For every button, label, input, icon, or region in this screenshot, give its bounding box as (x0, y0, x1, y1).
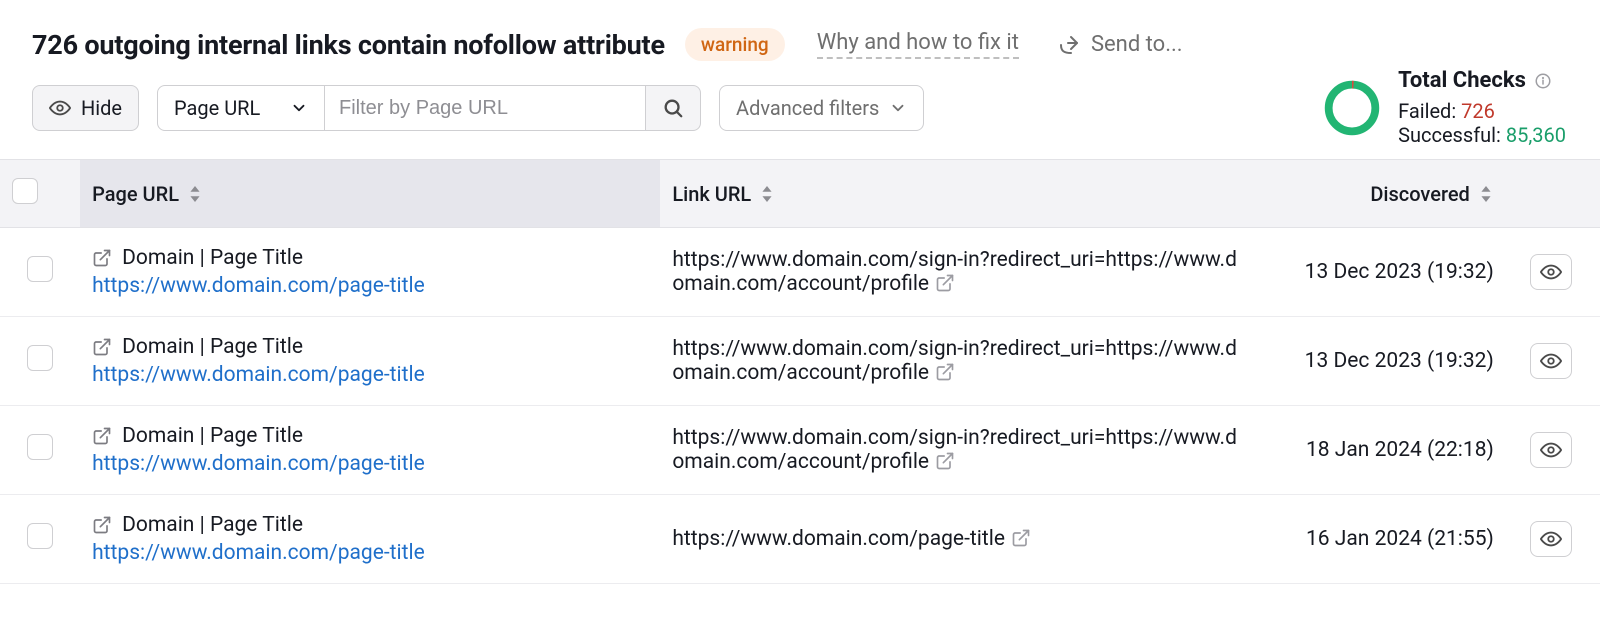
external-link-icon[interactable] (1011, 528, 1031, 548)
eye-icon (1540, 261, 1562, 283)
table-row: Domain | Page Title https://www.domain.co… (0, 228, 1600, 317)
discovered-date: 18 Jan 2024 (22:18) (1306, 438, 1494, 462)
eye-icon (1540, 350, 1562, 372)
column-header-discovered[interactable]: Discovered (1251, 160, 1518, 228)
table-row: Domain | Page Title https://www.domain.co… (0, 406, 1600, 495)
successful-label: Successful: (1398, 123, 1501, 147)
filter-field-label: Page URL (174, 96, 260, 120)
sort-icon (187, 186, 203, 202)
fix-it-link[interactable]: Why and how to fix it (817, 30, 1019, 59)
send-to-label: Send to... (1091, 32, 1183, 57)
page-url-link[interactable]: https://www.domain.com/page-title (92, 452, 648, 476)
view-button[interactable] (1530, 254, 1572, 290)
total-checks-title: Total Checks (1398, 68, 1526, 93)
search-button[interactable] (645, 85, 701, 131)
send-to-button[interactable]: Send to... (1057, 32, 1183, 57)
link-url-text: https://www.domain.com/page-title (672, 527, 1005, 551)
successful-value: 85,360 (1506, 123, 1566, 147)
filter-input[interactable] (325, 85, 645, 131)
discovered-date: 16 Jan 2024 (21:55) (1306, 527, 1494, 551)
select-all-checkbox[interactable] (12, 178, 38, 204)
page-title-text: Domain | Page Title (122, 513, 303, 537)
checks-donut-chart (1324, 80, 1380, 136)
eye-icon (1540, 439, 1562, 461)
page-url-link[interactable]: https://www.domain.com/page-title (92, 363, 648, 387)
info-icon[interactable] (1534, 72, 1552, 90)
table-row: Domain | Page Title https://www.domain.co… (0, 495, 1600, 584)
advanced-filters-label: Advanced filters (736, 96, 879, 120)
advanced-filters-button[interactable]: Advanced filters (719, 85, 924, 131)
warning-badge: warning (685, 28, 785, 61)
column-header-link-url[interactable]: Link URL (660, 160, 1251, 228)
view-button[interactable] (1530, 432, 1572, 468)
table-row: Domain | Page Title https://www.domain.co… (0, 317, 1600, 406)
row-checkbox[interactable] (27, 523, 53, 549)
hide-button[interactable]: Hide (32, 85, 139, 131)
failed-value: 726 (1461, 99, 1495, 123)
column-header-page-url[interactable]: Page URL (80, 160, 660, 228)
hide-label: Hide (81, 96, 122, 120)
external-link-icon (92, 248, 112, 268)
external-link-icon[interactable] (935, 273, 955, 293)
page-url-link[interactable]: https://www.domain.com/page-title (92, 274, 648, 298)
eye-icon (1540, 528, 1562, 550)
column-header-discovered-label: Discovered (1370, 182, 1469, 206)
chevron-down-icon (889, 99, 907, 117)
discovered-date: 13 Dec 2023 (19:32) (1305, 349, 1494, 373)
share-arrow-icon (1057, 33, 1081, 57)
external-link-icon (92, 426, 112, 446)
sort-icon (759, 186, 775, 202)
failed-label: Failed: (1398, 99, 1456, 123)
page-title: 726 outgoing internal links contain nofo… (32, 29, 665, 61)
sort-icon (1478, 186, 1494, 202)
eye-icon (49, 97, 71, 119)
column-header-page-url-label: Page URL (92, 182, 179, 206)
row-checkbox[interactable] (27, 345, 53, 371)
page-title-text: Domain | Page Title (122, 335, 303, 359)
row-checkbox[interactable] (27, 256, 53, 282)
discovered-date: 13 Dec 2023 (19:32) (1305, 260, 1494, 284)
view-button[interactable] (1530, 343, 1572, 379)
chevron-down-icon (290, 99, 308, 117)
external-link-icon (92, 337, 112, 357)
total-checks-panel: Total Checks Failed: 726 Successful: 85,… (1324, 68, 1566, 147)
column-header-link-url-label: Link URL (672, 182, 751, 206)
search-icon (662, 97, 684, 119)
page-title-text: Domain | Page Title (122, 246, 303, 270)
external-link-icon (92, 515, 112, 535)
page-title-text: Domain | Page Title (122, 424, 303, 448)
external-link-icon[interactable] (935, 362, 955, 382)
page-url-link[interactable]: https://www.domain.com/page-title (92, 541, 648, 565)
row-checkbox[interactable] (27, 434, 53, 460)
view-button[interactable] (1530, 521, 1572, 557)
filter-field-select[interactable]: Page URL (157, 85, 325, 131)
external-link-icon[interactable] (935, 451, 955, 471)
